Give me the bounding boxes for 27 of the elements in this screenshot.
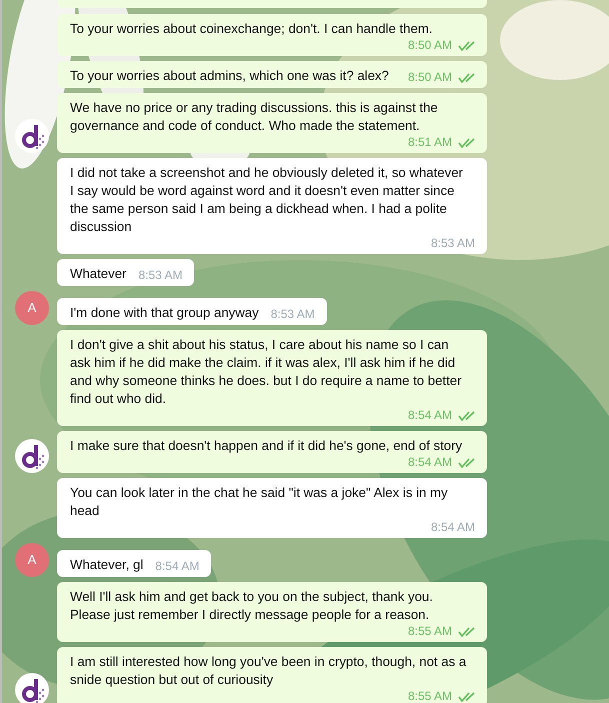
logo-avatar[interactable] bbox=[15, 673, 49, 703]
message-text: I make sure that doesn't happen and if it did he's gone, end of story bbox=[70, 437, 462, 455]
message-text: You can look later in the chat he said "it was a joke" Alex is in my head bbox=[70, 484, 449, 520]
message-time: 8:55 AM bbox=[408, 624, 452, 639]
message-time: 8:54 AM bbox=[408, 455, 452, 470]
message-text: To your worries about coinexchange; don't. I can handle them. bbox=[70, 20, 432, 38]
message-text: I don't give a shit about his status, I care about his name so I can ask him if he did make the claim. if it was alex, I'll ask him if he did and why someone thinks he does. but I do require a name to better find out who did. bbox=[70, 336, 462, 408]
message-text: I did not take a screenshot and he obviously deleted it, so whatever I say would be word against word and it doesn't even matter since the same person said I am being a dickhead when. I had a polite discussion bbox=[70, 164, 464, 236]
message-text: I am still interested how long you've been in crypto, though, not as a snide question but out of curiousity bbox=[70, 653, 468, 689]
message-text: We have no price or any trading discussions. this is against the governance and code of conduct. Who made the statement. bbox=[70, 99, 439, 135]
message-text: I'm done with that group anyway bbox=[70, 304, 259, 322]
message-time: 8:54 AM bbox=[430, 520, 475, 535]
message-time: 8:53 AM bbox=[138, 268, 182, 283]
message-time: 8:50 AM bbox=[408, 70, 452, 85]
message-time: 8:51 AM bbox=[408, 135, 452, 150]
message-time: 8:54 AM bbox=[408, 408, 452, 423]
message-time: 8:54 AM bbox=[155, 559, 200, 574]
message-text: Whatever bbox=[70, 265, 126, 283]
logo-avatar[interactable] bbox=[15, 119, 49, 153]
message-time: 8:53 AM bbox=[430, 236, 475, 251]
message-time: 8:53 AM bbox=[270, 307, 315, 322]
message-time: 8:50 AM bbox=[408, 38, 452, 53]
message-time: 8:55 AM bbox=[408, 689, 452, 703]
message-text: Whatever, gl bbox=[70, 556, 144, 574]
logo-avatar[interactable] bbox=[15, 439, 49, 473]
message-text: Well I'll ask him and get back to you on the subject, thank you. Please just remember I directly message people for a reason. bbox=[70, 588, 434, 624]
message-text: To your worries about admins, which one was it? alex? bbox=[70, 67, 389, 85]
